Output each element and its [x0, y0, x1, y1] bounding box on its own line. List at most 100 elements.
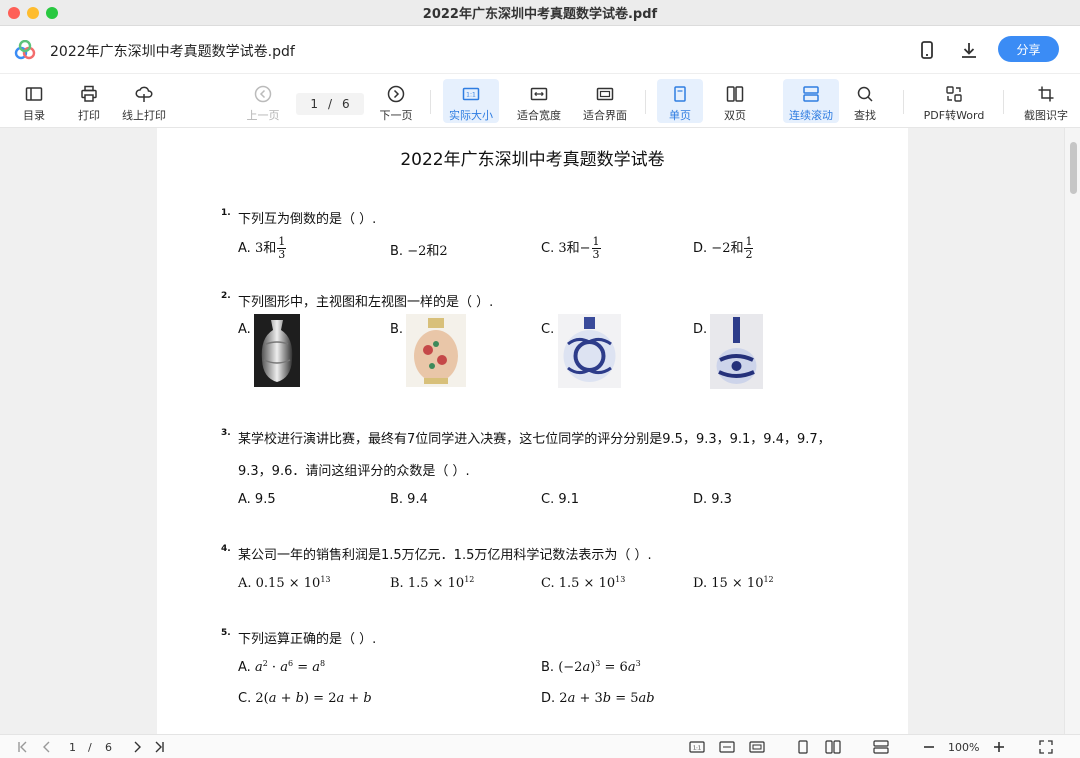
zoom-window-button[interactable] [46, 7, 58, 19]
option-letter: D. [541, 691, 556, 706]
toc-button[interactable]: 目录 [14, 79, 54, 123]
app-logo-icon [14, 40, 36, 60]
single-page-button[interactable]: 单页 [657, 79, 703, 123]
pdf-to-word-label: PDF转Word [923, 109, 985, 122]
fraction: 12 [744, 235, 754, 261]
prev-page-small-button[interactable] [40, 739, 54, 755]
option-c: C. 1.5 × 1013 [541, 575, 625, 591]
option-value: 3和− [558, 241, 591, 256]
scrollbar-thumb[interactable] [1070, 142, 1077, 194]
fit-width-button[interactable]: 适合宽度 [511, 79, 567, 123]
minimize-window-button[interactable] [27, 7, 39, 19]
prev-page-button[interactable]: 上一页 [242, 79, 284, 123]
minus-icon [924, 746, 934, 748]
option-letter: C. [541, 241, 555, 256]
exponent: 12 [763, 575, 774, 584]
option-letter: B. [541, 660, 555, 675]
fullscreen-button[interactable] [1039, 739, 1053, 755]
status-bar: 1 / 6 1:1 100% [0, 734, 1080, 758]
svg-text:1:1: 1:1 [693, 746, 701, 752]
header: 2022年广东深圳中考真题数学试卷.pdf 分享 [0, 26, 1080, 74]
online-print-button[interactable]: 线上打印 [118, 79, 170, 123]
actual-size-icon: 1:1 [689, 741, 705, 753]
vertical-scrollbar[interactable] [1064, 128, 1080, 734]
page-separator: / [327, 97, 333, 111]
window-title: 2022年广东深圳中考真题数学试卷.pdf [422, 7, 658, 22]
option-letter: C. [238, 691, 252, 706]
fit-window-icon [596, 87, 614, 101]
option-value: −2和2 [407, 244, 448, 259]
print-button[interactable]: 打印 [70, 79, 108, 123]
numerator: 1 [592, 235, 600, 248]
status-page-current[interactable]: 1 [69, 739, 76, 755]
toolbar: 目录 打印 线上打印 上一页 1 / 6 下一页 1:1 实际大小 适合宽度 适… [0, 74, 1080, 128]
actual-size-button[interactable]: 1:1 实际大小 [443, 79, 499, 123]
option-c-letter: C. [541, 322, 555, 337]
document-title: 2022年广东深圳中考真题数学试卷.pdf [50, 44, 295, 60]
question-number: 5. [221, 628, 231, 638]
option-value: C. 1.5 × 10 [541, 576, 616, 591]
phone-icon[interactable] [917, 40, 937, 60]
share-button[interactable]: 分享 [998, 36, 1059, 62]
ocr-button[interactable]: 截图识字 [1018, 79, 1074, 123]
fit-width-icon [530, 87, 548, 101]
document-viewport[interactable]: 2022年广东深圳中考真题数学试卷 1. 下列互为倒数的是（ ）. A. 3和 1… [0, 128, 1080, 734]
numerator: 1 [745, 235, 753, 248]
actual-size-small-button[interactable]: 1:1 [689, 739, 705, 755]
page-current: 1 [310, 97, 318, 111]
toolbar-divider [1003, 90, 1004, 114]
fit-width-small-button[interactable] [719, 739, 735, 755]
find-button[interactable]: 查找 [845, 79, 885, 123]
option-b-letter: B. [390, 322, 404, 337]
continuous-scroll-small-button[interactable] [873, 739, 889, 755]
next-page-label: 下一页 [379, 109, 413, 122]
fit-window-button[interactable]: 适合界面 [577, 79, 633, 123]
toolbar-divider [645, 90, 646, 114]
question-text: 下列运算正确的是（ ）. [238, 632, 377, 647]
zoom-level[interactable]: 100% [948, 739, 979, 755]
option-b: B. 9.4 [390, 492, 428, 507]
fit-window-small-button[interactable] [749, 739, 765, 755]
vase-image-c [558, 314, 621, 388]
option-letter: D. [693, 241, 708, 256]
last-page-button[interactable] [152, 739, 166, 755]
continuous-scroll-button[interactable]: 连续滚动 [783, 79, 839, 123]
chevron-right-circle-icon [387, 85, 405, 103]
close-window-button[interactable] [8, 7, 20, 19]
question-number: 3. [221, 428, 231, 438]
chevron-left-circle-icon [254, 85, 272, 103]
printer-icon [81, 85, 97, 102]
fit-width-icon [719, 741, 735, 753]
option-value: B. 1.5 × 10 [390, 576, 465, 591]
option-d: D. 9.3 [693, 492, 732, 507]
double-page-small-button[interactable] [825, 739, 841, 755]
option-b: B. 1.5 × 1012 [390, 575, 474, 591]
single-page-small-button[interactable] [796, 739, 810, 755]
vase-image-d [710, 314, 763, 389]
prev-page-label: 上一页 [246, 109, 280, 122]
zoom-in-button[interactable] [992, 739, 1006, 755]
next-page-small-button[interactable] [130, 739, 144, 755]
crop-icon [1038, 86, 1054, 102]
download-icon[interactable] [959, 40, 979, 60]
single-page-icon [674, 86, 686, 102]
print-label: 打印 [78, 109, 100, 122]
option-a: A. 3和 1 3 [238, 236, 287, 261]
denominator: 2 [745, 248, 753, 261]
actual-size-label: 实际大小 [449, 109, 493, 122]
next-page-button[interactable]: 下一页 [374, 79, 418, 123]
window-controls [8, 7, 58, 19]
zoom-out-button[interactable] [922, 739, 936, 755]
vase-image-b [406, 314, 466, 387]
chevron-right-icon [134, 741, 141, 753]
page-number-input[interactable]: 1 / 6 [296, 93, 364, 115]
exponent: 13 [320, 575, 331, 584]
ocr-label: 截图识字 [1024, 109, 1068, 122]
pdf-to-word-button[interactable]: PDF转Word [920, 79, 988, 123]
first-page-button[interactable] [16, 739, 30, 755]
option-a: A. 0.15 × 1013 [238, 575, 331, 591]
toc-label: 目录 [23, 109, 45, 122]
double-page-button[interactable]: 双页 [712, 79, 758, 123]
fraction: 13 [591, 235, 601, 261]
option-value: D. 15 × 10 [693, 576, 764, 591]
